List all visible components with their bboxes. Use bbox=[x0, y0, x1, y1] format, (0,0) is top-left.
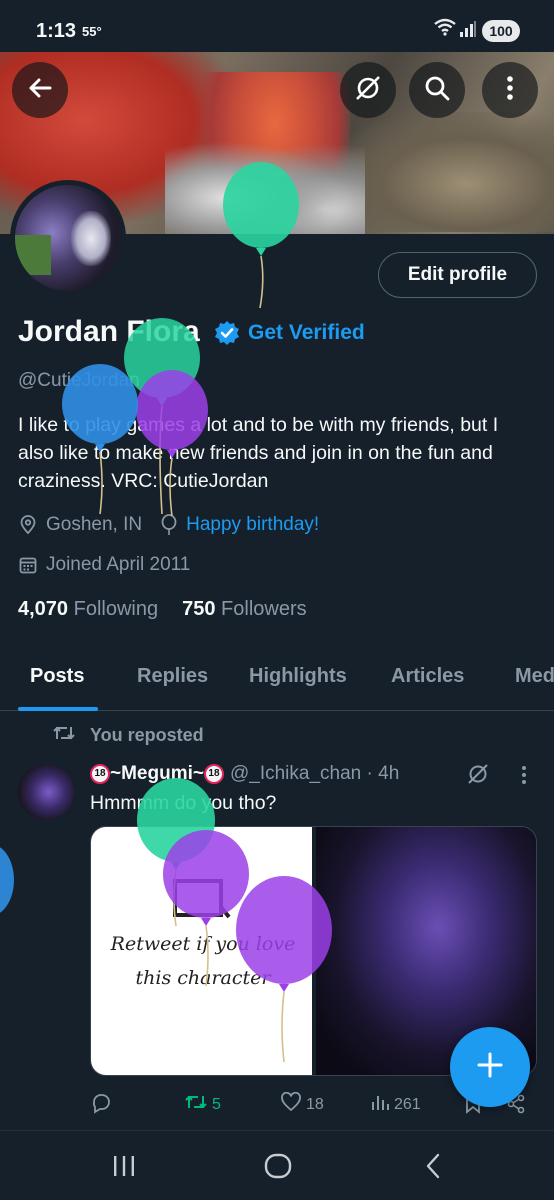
views-button[interactable]: 261 bbox=[370, 1092, 421, 1117]
repost-label: You reposted bbox=[90, 725, 204, 745]
birthday-balloon-purple bbox=[236, 876, 332, 1063]
retweet-count: 5 bbox=[212, 1095, 221, 1113]
more-vertical-icon bbox=[506, 75, 514, 106]
recent-apps-icon[interactable] bbox=[112, 1155, 136, 1182]
active-tab-indicator bbox=[18, 707, 98, 711]
post-author-avatar[interactable] bbox=[18, 764, 74, 820]
tab-articles[interactable]: Articles bbox=[391, 665, 464, 688]
home-icon[interactable] bbox=[264, 1153, 292, 1184]
avatar-bg-art bbox=[15, 235, 51, 275]
back-nav-icon[interactable] bbox=[424, 1153, 442, 1184]
heart-icon bbox=[280, 1091, 302, 1117]
avatar-character-art bbox=[71, 211, 111, 266]
grok-icon bbox=[353, 73, 383, 108]
post-more-icon[interactable] bbox=[521, 765, 527, 790]
signal-icon bbox=[459, 20, 477, 43]
views-count: 261 bbox=[394, 1095, 421, 1113]
location-icon bbox=[18, 515, 38, 535]
get-verified-link[interactable]: Get Verified bbox=[248, 321, 365, 345]
plus-icon bbox=[476, 1051, 504, 1084]
birthday-balloon-green bbox=[223, 162, 299, 309]
calendar-icon bbox=[18, 555, 38, 575]
search-icon bbox=[423, 74, 451, 107]
battery-indicator: 100 bbox=[482, 20, 520, 42]
followers-link[interactable]: 750 Followers bbox=[182, 598, 307, 621]
followers-count: 750 bbox=[182, 598, 216, 620]
following-label: Following bbox=[73, 598, 159, 620]
status-bar: 1:13 55° 100 bbox=[0, 0, 554, 52]
views-chart-icon bbox=[370, 1092, 390, 1117]
system-nav-bar bbox=[0, 1130, 554, 1200]
retweet-icon bbox=[184, 1092, 208, 1117]
birthday-balloon-blue bbox=[62, 364, 138, 515]
grok-button[interactable] bbox=[340, 62, 396, 118]
profile-avatar[interactable] bbox=[10, 180, 126, 296]
reply-button[interactable] bbox=[90, 1092, 112, 1119]
birthday-balloon-blue bbox=[0, 847, 14, 913]
reply-icon bbox=[90, 1092, 112, 1119]
edit-profile-button[interactable]: Edit profile bbox=[378, 252, 537, 298]
profile-tabs: Posts Replies Highlights Articles Med bbox=[0, 655, 554, 711]
tab-replies[interactable]: Replies bbox=[137, 665, 208, 688]
like-count: 18 bbox=[306, 1095, 324, 1113]
nsfw-18-badge: 18 bbox=[90, 764, 110, 784]
profile-joined-date: Joined April 2011 bbox=[46, 554, 191, 575]
following-count: 4,070 bbox=[18, 598, 69, 620]
back-button[interactable] bbox=[12, 62, 68, 118]
post-author-handle-time[interactable]: @_Ichika_chan · 4h bbox=[230, 763, 399, 785]
banner-rock-art bbox=[334, 112, 554, 232]
search-button[interactable] bbox=[409, 62, 465, 118]
follow-stats: 4,070 Following 750 Followers bbox=[18, 598, 307, 621]
status-temperature: 55° bbox=[82, 24, 102, 39]
wifi-icon bbox=[434, 18, 456, 41]
status-time: 1:13 bbox=[36, 20, 77, 42]
profile-joined-row: Joined April 2011 bbox=[18, 554, 190, 576]
verified-badge-icon[interactable] bbox=[214, 320, 240, 351]
tab-media[interactable]: Med bbox=[515, 665, 554, 688]
grok-icon[interactable] bbox=[466, 762, 490, 791]
retweet-button[interactable]: 5 bbox=[184, 1092, 221, 1117]
tab-highlights[interactable]: Highlights bbox=[249, 665, 347, 688]
following-link[interactable]: 4,070 Following bbox=[18, 598, 158, 621]
arrow-left-icon bbox=[26, 74, 54, 107]
tab-posts[interactable]: Posts bbox=[30, 665, 84, 688]
followers-label: Followers bbox=[221, 598, 307, 620]
repost-indicator: You reposted bbox=[52, 724, 204, 747]
repost-icon bbox=[52, 724, 76, 747]
like-button[interactable]: 18 bbox=[280, 1091, 324, 1117]
compose-post-button[interactable] bbox=[450, 1027, 530, 1107]
more-button[interactable] bbox=[482, 62, 538, 118]
